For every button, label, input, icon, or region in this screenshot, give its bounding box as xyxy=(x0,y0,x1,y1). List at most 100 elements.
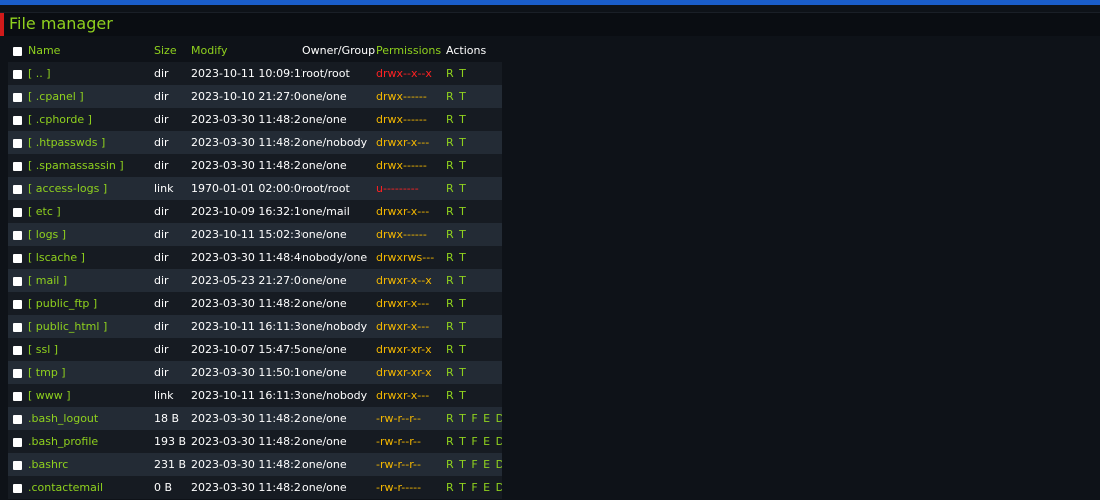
row-checkbox[interactable] xyxy=(13,483,22,493)
row-checkbox[interactable] xyxy=(13,345,22,355)
file-actions[interactable]: R T xyxy=(446,200,502,223)
file-actions[interactable]: R T xyxy=(446,108,502,131)
file-modified: 2023-03-30 11:48:23 xyxy=(191,159,302,172)
file-name-link[interactable]: [ www ] xyxy=(28,384,154,407)
file-name-link[interactable]: [ access-logs ] xyxy=(28,177,154,200)
table-row: [ .spamassassin ] dir 2023-03-30 11:48:23 o… xyxy=(8,154,502,177)
file-permissions-link[interactable]: drwx------ xyxy=(376,85,446,108)
row-checkbox[interactable] xyxy=(13,460,22,470)
row-checkbox[interactable] xyxy=(13,138,22,148)
column-header-modify[interactable]: Modify xyxy=(191,39,302,62)
file-actions[interactable]: R T xyxy=(446,246,502,269)
file-permissions-link[interactable]: drwxr-x--- xyxy=(376,384,446,407)
row-checkbox[interactable] xyxy=(13,414,22,424)
row-select-cell xyxy=(8,108,28,131)
file-actions[interactable]: R T xyxy=(446,338,502,361)
file-permissions-link[interactable]: drwxr-x--x xyxy=(376,269,446,292)
file-permissions-link[interactable]: drwxr-x--- xyxy=(376,200,446,223)
file-actions[interactable]: R T xyxy=(446,177,502,200)
file-permissions-link[interactable]: drwxr-xr-x xyxy=(376,361,446,384)
file-permissions-link[interactable]: drwxr-xr-x xyxy=(376,338,446,361)
column-header-name[interactable]: Name xyxy=(28,39,154,62)
row-select-cell xyxy=(8,269,28,292)
file-name-link[interactable]: .contactemail xyxy=(28,476,154,499)
file-permissions-link[interactable]: drwx--x--x xyxy=(376,62,446,85)
file-permissions-link[interactable]: u--------- xyxy=(376,177,446,200)
file-actions[interactable]: R T F E D xyxy=(446,453,502,476)
file-permissions-link[interactable]: drwx------ xyxy=(376,154,446,177)
row-checkbox[interactable] xyxy=(13,207,22,217)
row-checkbox[interactable] xyxy=(13,391,22,401)
file-permissions-link[interactable]: -rw-r--r-- xyxy=(376,430,446,453)
row-checkbox[interactable] xyxy=(13,92,22,102)
file-name-link[interactable]: [ .. ] xyxy=(28,62,154,85)
file-name-link[interactable]: [ logs ] xyxy=(28,223,154,246)
file-actions[interactable]: R T xyxy=(446,315,502,338)
file-actions[interactable]: R T xyxy=(446,62,502,85)
column-header-size[interactable]: Size xyxy=(154,39,191,62)
table-row: [ www ] link 2023-10-11 16:11:39 one/nobody… xyxy=(8,384,502,407)
row-checkbox[interactable] xyxy=(13,161,22,171)
table-row: [ public_ftp ] dir 2023-03-30 11:48:23 one/… xyxy=(8,292,502,315)
row-checkbox[interactable] xyxy=(13,253,22,263)
file-actions[interactable]: R T F E D xyxy=(446,430,502,453)
file-name-link[interactable]: .bash_logout xyxy=(28,407,154,430)
file-owner-group: one/nobody xyxy=(302,389,368,402)
file-actions[interactable]: R T F E D xyxy=(446,476,502,499)
file-owner-group: one/one xyxy=(302,228,347,241)
file-name-link[interactable]: [ ssl ] xyxy=(28,338,154,361)
file-name-link[interactable]: .bash_profile xyxy=(28,430,154,453)
file-name-link[interactable]: [ tmp ] xyxy=(28,361,154,384)
file-name-link[interactable]: [ .htpasswds ] xyxy=(28,131,154,154)
table-row: [ .cphorde ] dir 2023-03-30 11:48:23 one/on… xyxy=(8,108,502,131)
page-title: File manager xyxy=(9,14,113,33)
file-permissions-link[interactable]: -rw-r----- xyxy=(376,476,446,499)
file-permissions-link[interactable]: drwxrws--- xyxy=(376,246,446,269)
row-checkbox[interactable] xyxy=(13,437,22,447)
row-checkbox[interactable] xyxy=(13,69,22,79)
row-select-cell xyxy=(8,407,28,430)
file-name-link[interactable]: [ etc ] xyxy=(28,200,154,223)
row-checkbox[interactable] xyxy=(13,184,22,194)
row-checkbox[interactable] xyxy=(13,276,22,286)
row-checkbox[interactable] xyxy=(13,230,22,240)
file-permissions-link[interactable]: drwxr-x--- xyxy=(376,292,446,315)
file-owner-group: root/root xyxy=(302,182,350,195)
file-name-link[interactable]: [ .cphorde ] xyxy=(28,108,154,131)
select-all-checkbox[interactable] xyxy=(13,46,22,56)
row-checkbox[interactable] xyxy=(13,299,22,309)
file-name-link[interactable]: [ mail ] xyxy=(28,269,154,292)
row-select-cell xyxy=(8,430,28,453)
file-owner-group: one/one xyxy=(302,435,347,448)
file-actions[interactable]: R T xyxy=(446,85,502,108)
row-checkbox[interactable] xyxy=(13,322,22,332)
file-modified: 2023-03-30 11:48:23 xyxy=(191,458,302,471)
file-actions[interactable]: R T xyxy=(446,384,502,407)
file-modified: 2023-03-30 11:50:16 xyxy=(191,366,302,379)
file-name-link[interactable]: [ public_html ] xyxy=(28,315,154,338)
column-header-permissions[interactable]: Permissions xyxy=(376,39,446,62)
file-permissions-link[interactable]: drwx------ xyxy=(376,108,446,131)
file-actions[interactable]: R T xyxy=(446,223,502,246)
file-actions[interactable]: R T xyxy=(446,131,502,154)
file-name-link[interactable]: [ .cpanel ] xyxy=(28,85,154,108)
row-checkbox[interactable] xyxy=(13,115,22,125)
file-actions[interactable]: R T xyxy=(446,154,502,177)
file-actions[interactable]: R T xyxy=(446,292,502,315)
file-name-link[interactable]: [ lscache ] xyxy=(28,246,154,269)
file-permissions-link[interactable]: -rw-r--r-- xyxy=(376,453,446,476)
file-name-link[interactable]: .bashrc xyxy=(28,453,154,476)
file-permissions-link[interactable]: drwxr-x--- xyxy=(376,315,446,338)
file-actions[interactable]: R T F E D xyxy=(446,407,502,430)
file-name-link[interactable]: [ public_ftp ] xyxy=(28,292,154,315)
file-name-link[interactable]: [ .spamassassin ] xyxy=(28,154,154,177)
file-modified: 2023-10-09 16:32:19 xyxy=(191,205,302,218)
file-permissions-link[interactable]: drwx------ xyxy=(376,223,446,246)
file-actions[interactable]: R T xyxy=(446,269,502,292)
file-modified: 2023-03-30 11:48:23 xyxy=(191,136,302,149)
file-actions[interactable]: R T xyxy=(446,361,502,384)
file-permissions-link[interactable]: drwxr-x--- xyxy=(376,131,446,154)
row-checkbox[interactable] xyxy=(13,368,22,378)
file-owner-group: one/one xyxy=(302,481,347,494)
file-permissions-link[interactable]: -rw-r--r-- xyxy=(376,407,446,430)
